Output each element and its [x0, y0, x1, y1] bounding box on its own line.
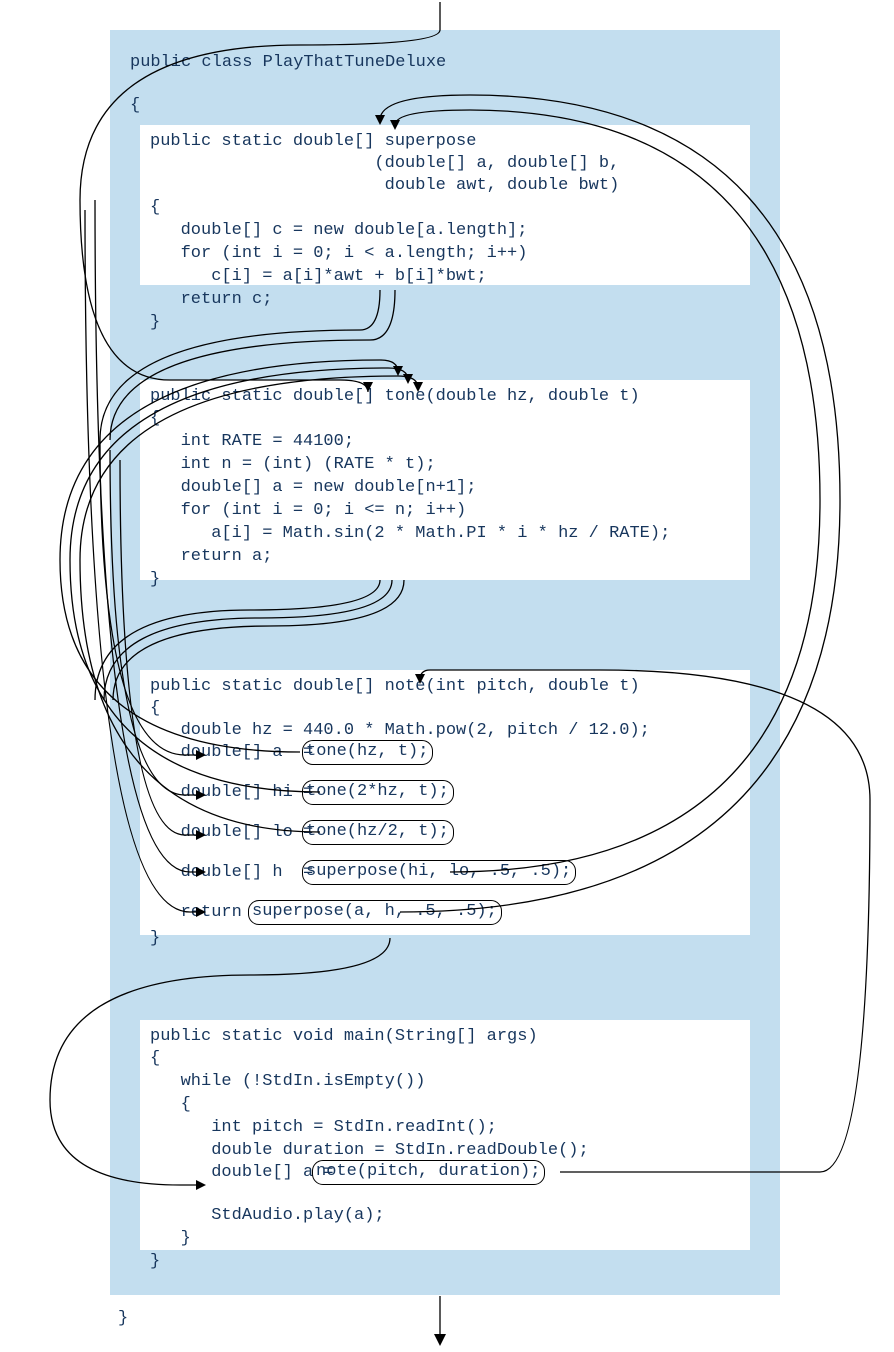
call-superpose-hilo: superpose(hi, lo, .5, .5); — [302, 860, 576, 885]
superpose-sig3: double awt, double bwt) — [150, 175, 619, 198]
call-superpose-ah: superpose(a, h, .5, .5); — [248, 900, 502, 925]
note-l2a: double[] a = — [150, 742, 323, 765]
main-body2: StdAudio.play(a); } } — [150, 1205, 385, 1274]
note-l3a: double[] hi = — [150, 782, 323, 805]
class-close-brace: } — [118, 1308, 128, 1331]
superpose-sig2: (double[] a, double[] b, — [150, 153, 619, 176]
tone-sig: public static double[] tone(double hz, d… — [150, 386, 640, 409]
note-close: } — [150, 928, 160, 951]
call-tone-hi: tone(2*hz, t); — [302, 780, 454, 805]
method-note: public static double[] note(int pitch, d… — [140, 670, 750, 935]
main-sig: public static void main(String[] args) — [150, 1026, 538, 1049]
note-l5a: double[] h = — [150, 862, 323, 885]
note-l4a: double[] lo = — [150, 822, 323, 845]
superpose-body: { double[] c = new double[a.length]; for… — [150, 197, 527, 335]
diagram-page: public class PlayThatTuneDeluxe { } publ… — [0, 0, 894, 1352]
call-note: note(pitch, duration); — [312, 1160, 545, 1185]
call-tone-a: tone(hz, t); — [302, 740, 433, 765]
note-l6a: return — [150, 902, 252, 925]
main-body1: { while (!StdIn.isEmpty()) { int pitch =… — [150, 1048, 589, 1163]
call-tone-lo: tone(hz/2, t); — [302, 820, 454, 845]
superpose-sig1: public static double[] superpose — [150, 131, 476, 154]
tone-body: { int RATE = 44100; int n = (int) (RATE … — [150, 408, 670, 592]
class-open-brace: { — [130, 95, 140, 118]
note-sig: public static double[] note(int pitch, d… — [150, 676, 640, 699]
note-open: { — [150, 698, 160, 721]
method-main: public static void main(String[] args) {… — [140, 1020, 750, 1250]
method-superpose: public static double[] superpose (double… — [140, 125, 750, 285]
method-tone: public static double[] tone(double hz, d… — [140, 380, 750, 580]
class-decl: public class PlayThatTuneDeluxe — [130, 52, 446, 75]
